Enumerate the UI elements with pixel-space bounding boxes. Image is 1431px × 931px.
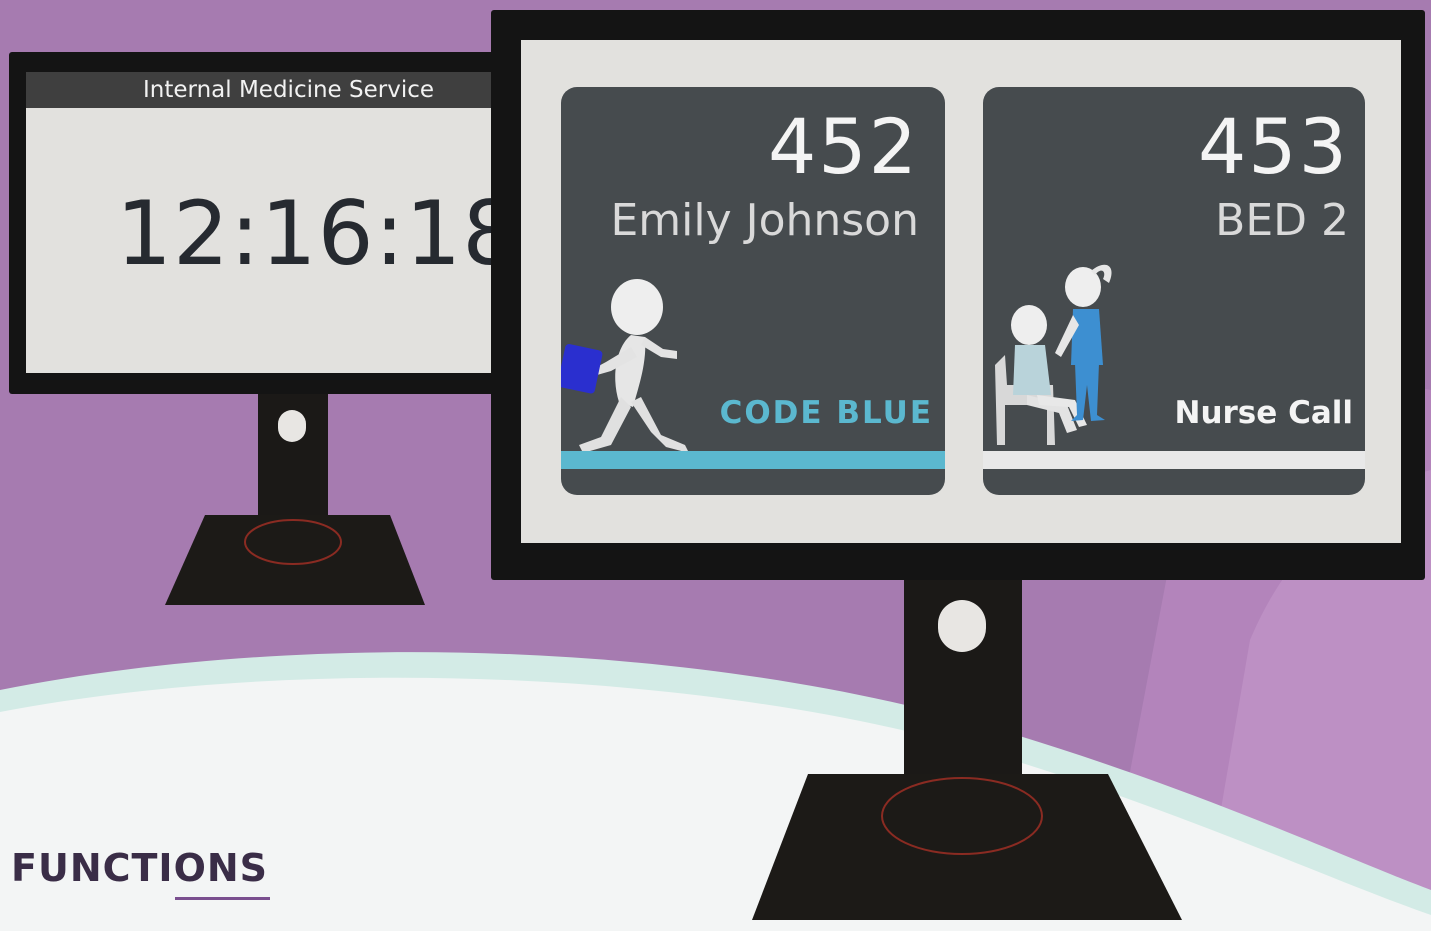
alert-bar xyxy=(983,451,1365,469)
left-monitor: Internal Medicine Service 12:16:18 xyxy=(9,52,518,394)
alert-bar xyxy=(561,451,945,469)
right-monitor: 452 Emily Johnson CODE BLUE 453 BED 2 Nu… xyxy=(491,10,1425,580)
running-figure-icon xyxy=(561,279,689,453)
right-monitor-base xyxy=(752,774,1182,920)
nurse-patient-icon xyxy=(995,264,1112,445)
code-blue-alert: CODE BLUE xyxy=(719,395,933,431)
nurse-call-alert: Nurse Call xyxy=(1174,395,1354,431)
room-number: 453 xyxy=(1197,102,1349,191)
room-card-452[interactable]: 452 Emily Johnson CODE BLUE xyxy=(561,87,945,495)
room-number: 452 xyxy=(767,102,919,191)
left-monitor-screen: Internal Medicine Service 12:16:18 xyxy=(26,72,518,373)
right-monitor-screen: 452 Emily Johnson CODE BLUE 453 BED 2 Nu… xyxy=(521,40,1401,543)
left-monitor-base xyxy=(165,515,425,605)
bed-label: BED 2 xyxy=(1215,195,1349,246)
room-card-453[interactable]: 453 BED 2 Nurse Call xyxy=(983,87,1365,495)
functions-title: FUNCTIONS xyxy=(11,846,269,890)
service-header: Internal Medicine Service xyxy=(26,72,509,108)
clock-display: 12:16:18 xyxy=(116,182,520,285)
patient-name: Emily Johnson xyxy=(610,195,919,246)
functions-underline xyxy=(175,897,270,900)
